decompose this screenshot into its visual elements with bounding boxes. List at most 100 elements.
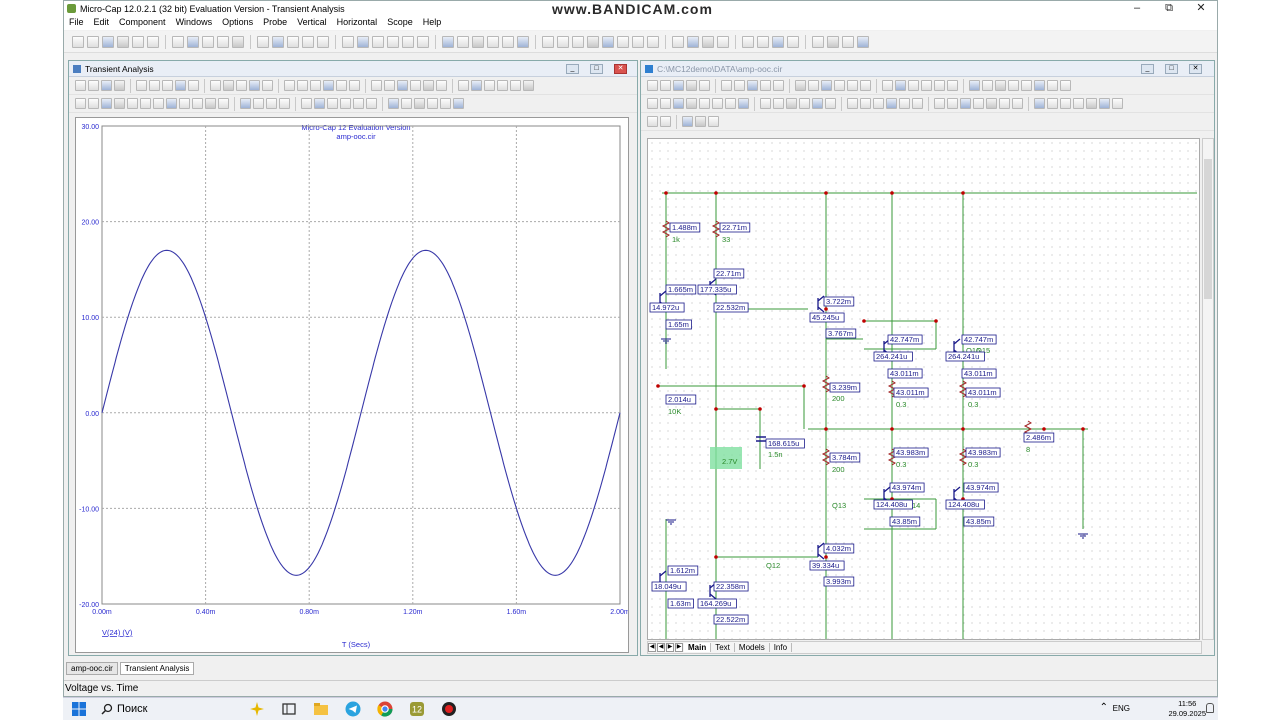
toolbar-button[interactable]: [417, 35, 429, 48]
toolbar-button[interactable]: [188, 80, 199, 91]
toolbar-button[interactable]: [1060, 98, 1071, 109]
menu-horizontal[interactable]: Horizontal: [332, 16, 383, 30]
toolbar-button[interactable]: [117, 35, 129, 48]
doc-tab-circuit[interactable]: amp-ooc.cir: [66, 662, 118, 675]
toolbar-button[interactable]: [602, 35, 614, 48]
toolbar-button[interactable]: [340, 98, 351, 109]
toolbar-button[interactable]: [366, 98, 377, 109]
toolbar-button[interactable]: [673, 98, 684, 109]
toolbar-button[interactable]: [132, 35, 144, 48]
toolbar-button[interactable]: [660, 98, 671, 109]
toolbar-button[interactable]: [87, 35, 99, 48]
toolbar-button[interactable]: [423, 80, 434, 91]
toolbar-button[interactable]: [725, 98, 736, 109]
toolbar-button[interactable]: [908, 80, 919, 91]
copilot-sparkle-icon[interactable]: [249, 701, 265, 717]
toolbar-button[interactable]: [702, 35, 714, 48]
toolbar-button[interactable]: [921, 80, 932, 91]
menu-scope[interactable]: Scope: [382, 16, 418, 30]
toolbar-button[interactable]: [834, 80, 845, 91]
last-page-icon[interactable]: ▶: [675, 643, 683, 652]
toolbar-button[interactable]: [738, 98, 749, 109]
toolbar-button[interactable]: [179, 98, 190, 109]
toolbar-button[interactable]: [1008, 80, 1019, 91]
toolbar-button[interactable]: [301, 98, 312, 109]
toolbar-button[interactable]: [799, 98, 810, 109]
toolbar-button[interactable]: [262, 80, 273, 91]
toolbar-button[interactable]: [287, 35, 299, 48]
toolbar-button[interactable]: [357, 35, 369, 48]
menu-options[interactable]: Options: [217, 16, 258, 30]
toolbar-button[interactable]: [101, 98, 112, 109]
toolbar-button[interactable]: [353, 98, 364, 109]
toolbar-button[interactable]: [842, 35, 854, 48]
microcap-taskbar-icon[interactable]: 12: [409, 701, 425, 717]
telegram-icon[interactable]: [345, 701, 361, 717]
toolbar-button[interactable]: [1034, 80, 1045, 91]
toolbar-button[interactable]: [127, 98, 138, 109]
toolbar-button[interactable]: [1047, 80, 1058, 91]
toolbar-button[interactable]: [162, 80, 173, 91]
toolbar-button[interactable]: [660, 80, 671, 91]
menu-component[interactable]: Component: [114, 16, 171, 30]
toolbar-button[interactable]: [236, 80, 247, 91]
toolbar-button[interactable]: [401, 98, 412, 109]
toolbar-button[interactable]: [436, 80, 447, 91]
toolbar-button[interactable]: [310, 80, 321, 91]
toolbar-button[interactable]: [372, 35, 384, 48]
menu-edit[interactable]: Edit: [89, 16, 115, 30]
toolbar-button[interactable]: [453, 98, 464, 109]
mdi-close-button[interactable]: ✕: [614, 64, 627, 74]
tray-chevron-icon[interactable]: ⌃: [1100, 702, 1108, 713]
toolbar-button[interactable]: [969, 80, 980, 91]
toolbar-button[interactable]: [114, 98, 125, 109]
toolbar-button[interactable]: [973, 98, 984, 109]
toolbar-button[interactable]: [523, 80, 534, 91]
toolbar-button[interactable]: [149, 80, 160, 91]
toolbar-button[interactable]: [517, 35, 529, 48]
toolbar-button[interactable]: [458, 80, 469, 91]
chrome-icon[interactable]: [377, 701, 393, 717]
toolbar-button[interactable]: [1112, 98, 1123, 109]
toolbar-button[interactable]: [860, 80, 871, 91]
taskbar-search[interactable]: Поиск: [101, 703, 241, 715]
toolbar-button[interactable]: [673, 80, 684, 91]
schem-restore-button[interactable]: □: [1165, 64, 1178, 74]
toolbar-button[interactable]: [172, 35, 184, 48]
toolbar-button[interactable]: [882, 80, 893, 91]
toolbar-button[interactable]: [210, 80, 221, 91]
toolbar-button[interactable]: [257, 35, 269, 48]
toolbar-button[interactable]: [982, 80, 993, 91]
file-explorer-icon[interactable]: [313, 701, 329, 717]
toolbar-button[interactable]: [686, 80, 697, 91]
toolbar-button[interactable]: [647, 116, 658, 127]
toolbar-button[interactable]: [912, 98, 923, 109]
clock[interactable]: 11:56 29.09.2025: [1168, 699, 1206, 719]
toolbar-button[interactable]: [1047, 98, 1058, 109]
toolbar-button[interactable]: [1034, 98, 1045, 109]
toolbar-button[interactable]: [760, 98, 771, 109]
task-view-icon[interactable]: [281, 701, 297, 717]
toolbar-button[interactable]: [414, 98, 425, 109]
trace-label[interactable]: V(24) (V): [102, 628, 133, 637]
toolbar-button[interactable]: [760, 80, 771, 91]
menu-help[interactable]: Help: [418, 16, 447, 30]
toolbar-button[interactable]: [821, 80, 832, 91]
toolbar-button[interactable]: [787, 35, 799, 48]
toolbar-button[interactable]: [497, 80, 508, 91]
toolbar-button[interactable]: [742, 35, 754, 48]
toolbar-button[interactable]: [773, 80, 784, 91]
toolbar-button[interactable]: [1099, 98, 1110, 109]
toolbar-button[interactable]: [323, 80, 334, 91]
toolbar-button[interactable]: [947, 80, 958, 91]
toolbar-button[interactable]: [860, 98, 871, 109]
minimize-icon[interactable]: –: [1122, 1, 1152, 15]
toolbar-button[interactable]: [484, 80, 495, 91]
toolbar-button[interactable]: [773, 98, 784, 109]
toolbar-button[interactable]: [384, 80, 395, 91]
schematic-canvas[interactable]: 1.488m 22.71m 1k 33 22.71m 1.665m 177.335u 14.9…: [647, 138, 1200, 640]
scroll-thumb[interactable]: [1204, 159, 1212, 299]
toolbar-button[interactable]: [572, 35, 584, 48]
menu-probe[interactable]: Probe: [258, 16, 292, 30]
toolbar-button[interactable]: [647, 98, 658, 109]
